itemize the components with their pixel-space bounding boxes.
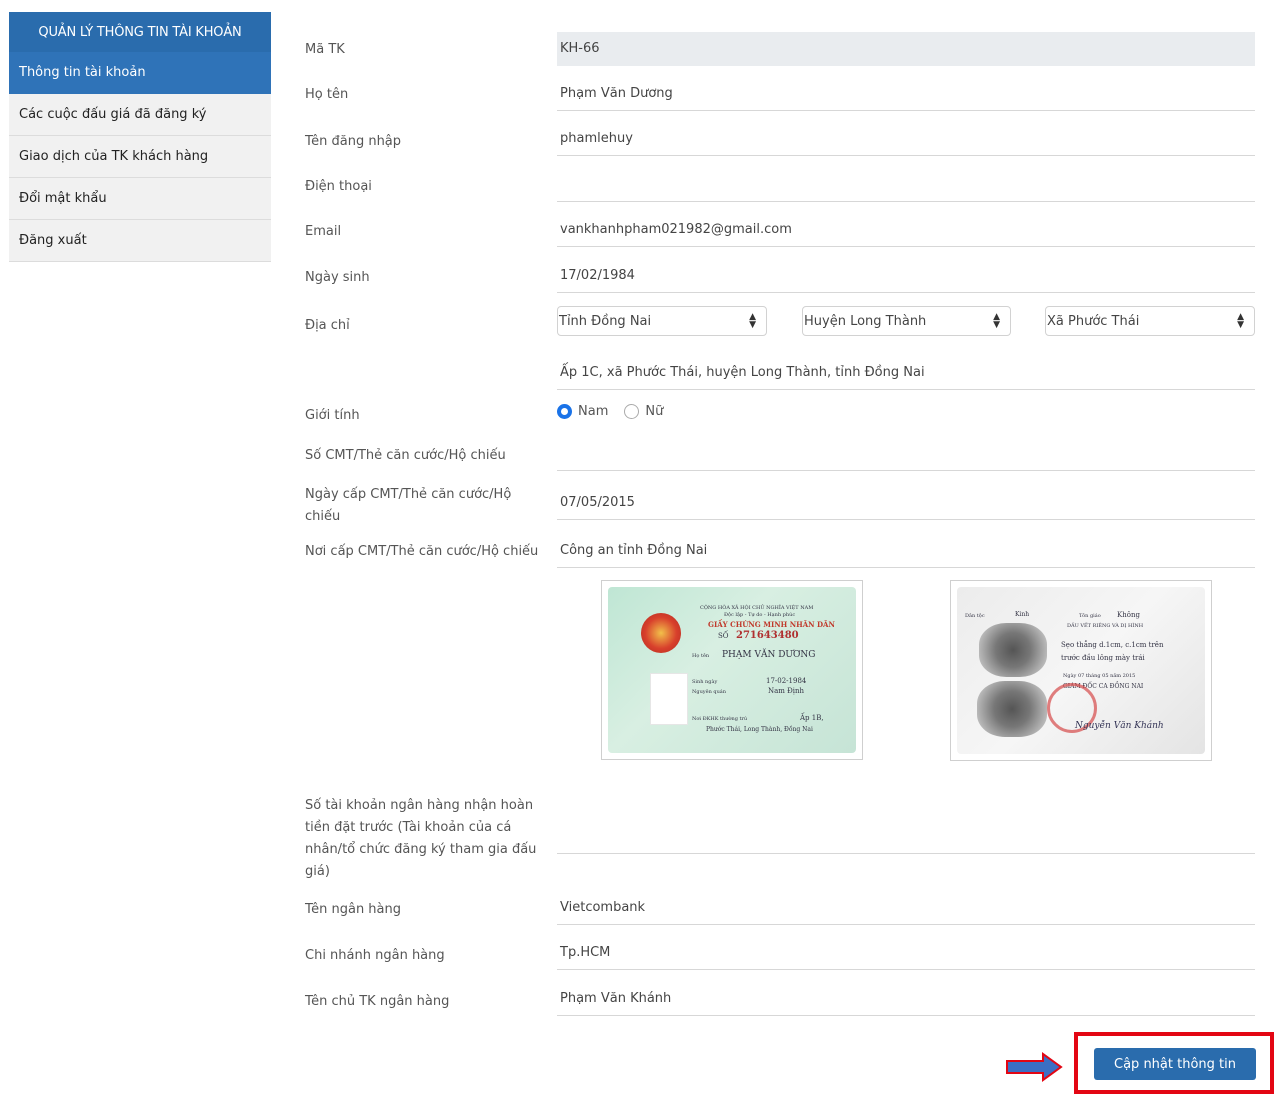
so-tai-khoan-input[interactable] (557, 820, 1255, 854)
gioi-tinh-radio-group: Nam Nữ (557, 404, 663, 419)
label-chi-nhanh: Chi nhánh ngân hàng (305, 948, 445, 963)
radio-checked-icon[interactable] (557, 404, 572, 419)
card-back-dantoc: Kinh (1015, 611, 1030, 618)
radio-nu[interactable]: Nữ (624, 404, 663, 419)
card-back-ngay: Ngày 07 tháng 05 năm 2015 (1063, 673, 1136, 679)
card-front-hoten: PHẠM VĂN DƯƠNG (722, 650, 816, 660)
ma-tk-field: KH-66 (557, 32, 1255, 66)
ten-ngan-hang-input[interactable]: Vietcombank (557, 891, 1255, 925)
portrait-photo (650, 673, 688, 725)
card-back-tongiao: Không (1117, 611, 1140, 619)
xa-select-value: Xã Phước Thái (1047, 313, 1140, 329)
sidebar-header: QUẢN LÝ THÔNG TIN TÀI KHOẢN (9, 12, 271, 52)
label-noi-cap: Nơi cấp CMT/Thẻ căn cước/Hộ chiếu (305, 544, 539, 559)
id-card-back-face: Dân tộc Kinh Tôn giáo Không DẤU VẾT RIÊN… (957, 587, 1205, 754)
dia-chi-chi-tiet-input[interactable]: Ấp 1C, xã Phước Thái, huyện Long Thành, … (557, 356, 1255, 390)
ten-dang-nhap-input[interactable]: phamlehuy (557, 122, 1255, 156)
sidebar-item-transactions[interactable]: Giao dịch của TK khách hàng (9, 136, 271, 178)
arrow-right-icon (1006, 1052, 1063, 1082)
xa-select[interactable]: Xã Phước Thái ▲ ▼ (1045, 306, 1255, 336)
noi-cap-input[interactable]: Công an tỉnh Đồng Nai (557, 534, 1255, 568)
card-front-title: GIẤY CHỨNG MINH NHÂN DÂN (708, 620, 835, 629)
card-back-dauvet: DẤU VẾT RIÊNG VÀ DỊ HÌNH (1067, 623, 1144, 629)
sidebar-item-registered-auctions[interactable]: Các cuộc đấu giá đã đăng ký (9, 94, 271, 136)
fingerprint-left-icon (979, 623, 1047, 677)
card-back-dv1: Sẹo thẳng d.1cm, c.1cm trên (1061, 641, 1164, 649)
card-front-hoten-label: Họ tên (692, 653, 710, 659)
label-gioi-tinh: Giới tính (305, 408, 360, 423)
card-front-line2: Độc lập - Tự do - Hạnh phúc (724, 612, 796, 618)
card-front-tru2: Phước Thái, Long Thành, Đồng Nai (706, 726, 813, 733)
sidebar: QUẢN LÝ THÔNG TIN TÀI KHOẢN Thông tin tà… (9, 12, 271, 262)
so-cmt-input[interactable] (557, 437, 1255, 471)
id-card-front-image[interactable]: CỘNG HÒA XÃ HỘI CHỦ NGHĨA VIỆT NAM Độc l… (601, 580, 863, 760)
ten-chu-tk-input[interactable]: Phạm Văn Khánh (557, 982, 1255, 1016)
label-dia-chi: Địa chỉ (305, 318, 350, 333)
card-back-tongiao-label: Tôn giáo (1079, 613, 1101, 619)
label-so-cmt: Số CMT/Thẻ căn cước/Hộ chiếu (305, 448, 506, 463)
card-back-dv2: trước đầu lông mày trái (1061, 654, 1145, 662)
label-so-tai-khoan: Số tài khoản ngân hàng nhận hoàn tiền đặ… (305, 798, 537, 879)
label-ten-dang-nhap: Tên đăng nhập (305, 134, 402, 149)
label-ten-ngan-hang: Tên ngân hàng (305, 902, 402, 917)
label-ho-ten: Họ tên (305, 87, 349, 102)
card-front-sinh-label: Sinh ngày (692, 679, 718, 685)
label-ngay-cap: Ngày cấp CMT/Thẻ căn cước/Hộ chiếu (305, 487, 512, 524)
card-front-quan: Nam Định (768, 687, 805, 695)
card-front-sinh: 17-02-1984 (766, 677, 807, 685)
radio-nam[interactable]: Nam (557, 404, 608, 419)
label-ngay-sinh: Ngày sinh (305, 270, 370, 285)
label-ma-tk: Mã TK (305, 42, 345, 57)
radio-unchecked-icon[interactable] (624, 404, 640, 419)
sidebar-item-change-password[interactable]: Đổi mật khẩu (9, 178, 271, 220)
fingerprint-right-icon (977, 681, 1047, 737)
radio-nam-label: Nam (578, 404, 609, 419)
card-front-tru-label: Nơi ĐKHK thường trú (692, 716, 748, 722)
updown-arrow-icon: ▲ ▼ (749, 312, 756, 330)
id-card-front-face: CỘNG HÒA XÃ HỘI CHỦ NGHĨA VIỆT NAM Độc l… (608, 587, 856, 753)
huyen-select[interactable]: Huyện Long Thành ▲ ▼ (802, 306, 1011, 336)
card-back-dantoc-label: Dân tộc (965, 613, 985, 619)
ngay-cap-input[interactable]: 07/05/2015 (557, 486, 1255, 520)
card-front-so: 271643480 (736, 630, 799, 641)
card-front-tru1: Ấp 1B, (800, 714, 824, 722)
ngay-sinh-input[interactable]: 17/02/1984 (557, 259, 1255, 293)
radio-nu-label: Nữ (645, 404, 664, 419)
tinh-select[interactable]: Tỉnh Đồng Nai ▲ ▼ (557, 306, 767, 336)
label-email: Email (305, 224, 342, 239)
updown-arrow-icon: ▲ ▼ (993, 312, 1000, 330)
ho-ten-input[interactable]: Phạm Văn Dương (557, 77, 1255, 111)
card-back-signature: Nguyễn Văn Khánh (1075, 721, 1164, 731)
sidebar-item-account-info[interactable]: Thông tin tài khoản (9, 52, 271, 94)
update-button-highlight: Cập nhật thông tin (1074, 1032, 1274, 1094)
tinh-select-value: Tỉnh Đồng Nai (559, 313, 652, 329)
card-front-quan-label: Nguyên quán (692, 689, 727, 695)
updown-arrow-icon: ▲ ▼ (1237, 312, 1244, 330)
chi-nhanh-input[interactable]: Tp.HCM (557, 936, 1255, 970)
huyen-select-value: Huyện Long Thành (804, 313, 927, 329)
label-ten-chu-tk: Tên chủ TK ngân hàng (305, 994, 450, 1009)
email-input[interactable]: vankhanhpham021982@gmail.com (557, 213, 1255, 247)
label-dien-thoai: Điện thoại (305, 179, 372, 194)
national-emblem-icon (641, 613, 681, 653)
id-card-back-image[interactable]: Dân tộc Kinh Tôn giáo Không DẤU VẾT RIÊN… (950, 580, 1212, 761)
sidebar-item-logout[interactable]: Đăng xuất (9, 220, 271, 262)
card-front-so-label: SỐ (718, 632, 729, 640)
update-info-button[interactable]: Cập nhật thông tin (1094, 1048, 1256, 1080)
dien-thoai-input[interactable] (557, 168, 1255, 202)
card-front-line1: CỘNG HÒA XÃ HỘI CHỦ NGHĨA VIỆT NAM (700, 605, 814, 611)
